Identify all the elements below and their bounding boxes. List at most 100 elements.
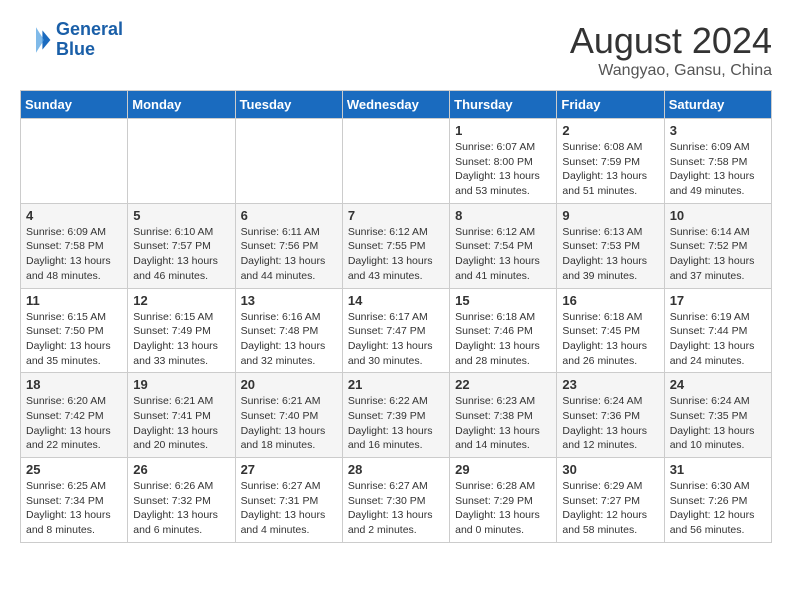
column-header-sunday: Sunday: [21, 91, 128, 119]
day-cell: 10 Sunrise: 6:14 AM Sunset: 7:52 PM Dayli…: [664, 203, 771, 288]
day-number: 4: [26, 208, 122, 223]
day-number: 22: [455, 377, 551, 392]
day-info: Sunrise: 6:11 AM Sunset: 7:56 PM Dayligh…: [241, 225, 337, 284]
day-info: Sunrise: 6:18 AM Sunset: 7:45 PM Dayligh…: [562, 310, 658, 369]
day-info: Sunrise: 6:09 AM Sunset: 7:58 PM Dayligh…: [670, 140, 766, 199]
column-header-saturday: Saturday: [664, 91, 771, 119]
day-number: 31: [670, 462, 766, 477]
day-number: 6: [241, 208, 337, 223]
day-cell: 25 Sunrise: 6:25 AM Sunset: 7:34 PM Dayli…: [21, 458, 128, 543]
day-info: Sunrise: 6:26 AM Sunset: 7:32 PM Dayligh…: [133, 479, 229, 538]
day-number: 25: [26, 462, 122, 477]
day-cell: 13Sunrise: 6:16 AM Sunset: 7:48 PM Dayli…: [235, 288, 342, 373]
day-cell: 1Sunrise: 6:07 AM Sunset: 8:00 PM Daylig…: [450, 119, 557, 204]
logo-icon: [20, 24, 52, 56]
day-number: 7: [348, 208, 444, 223]
week-row-2: 4 Sunrise: 6:09 AM Sunset: 7:58 PM Daylig…: [21, 203, 772, 288]
day-number: 11: [26, 293, 122, 308]
day-cell: 24Sunrise: 6:24 AM Sunset: 7:35 PM Dayli…: [664, 373, 771, 458]
day-cell: 23 Sunrise: 6:24 AM Sunset: 7:36 PM Dayli…: [557, 373, 664, 458]
day-info: Sunrise: 6:15 AM Sunset: 7:50 PM Dayligh…: [26, 310, 122, 369]
day-cell: 8 Sunrise: 6:12 AM Sunset: 7:54 PM Daylig…: [450, 203, 557, 288]
day-cell: 7 Sunrise: 6:12 AM Sunset: 7:55 PM Daylig…: [342, 203, 449, 288]
day-cell: [342, 119, 449, 204]
day-number: 2: [562, 123, 658, 138]
day-number: 30: [562, 462, 658, 477]
day-cell: 29 Sunrise: 6:28 AM Sunset: 7:29 PM Dayli…: [450, 458, 557, 543]
day-cell: 18Sunrise: 6:20 AM Sunset: 7:42 PM Dayli…: [21, 373, 128, 458]
day-info: Sunrise: 6:28 AM Sunset: 7:29 PM Dayligh…: [455, 479, 551, 538]
week-row-5: 25 Sunrise: 6:25 AM Sunset: 7:34 PM Dayli…: [21, 458, 772, 543]
day-cell: 21Sunrise: 6:22 AM Sunset: 7:39 PM Dayli…: [342, 373, 449, 458]
calendar-title: August 2024: [570, 20, 772, 62]
day-cell: 5 Sunrise: 6:10 AM Sunset: 7:57 PM Daylig…: [128, 203, 235, 288]
header-row: SundayMondayTuesdayWednesdayThursdayFrid…: [21, 91, 772, 119]
title-block: August 2024 Wangyao, Gansu, China: [570, 20, 772, 80]
day-info: Sunrise: 6:27 AM Sunset: 7:30 PM Dayligh…: [348, 479, 444, 538]
day-info: Sunrise: 6:19 AM Sunset: 7:44 PM Dayligh…: [670, 310, 766, 369]
day-number: 10: [670, 208, 766, 223]
column-header-monday: Monday: [128, 91, 235, 119]
day-info: Sunrise: 6:18 AM Sunset: 7:46 PM Dayligh…: [455, 310, 551, 369]
day-info: Sunrise: 6:15 AM Sunset: 7:49 PM Dayligh…: [133, 310, 229, 369]
day-cell: 16 Sunrise: 6:18 AM Sunset: 7:45 PM Dayli…: [557, 288, 664, 373]
day-info: Sunrise: 6:25 AM Sunset: 7:34 PM Dayligh…: [26, 479, 122, 538]
day-cell: 4 Sunrise: 6:09 AM Sunset: 7:58 PM Daylig…: [21, 203, 128, 288]
day-info: Sunrise: 6:16 AM Sunset: 7:48 PM Dayligh…: [241, 310, 337, 369]
day-info: Sunrise: 6:17 AM Sunset: 7:47 PM Dayligh…: [348, 310, 444, 369]
day-info: Sunrise: 6:22 AM Sunset: 7:39 PM Dayligh…: [348, 394, 444, 453]
day-cell: 26 Sunrise: 6:26 AM Sunset: 7:32 PM Dayli…: [128, 458, 235, 543]
column-header-thursday: Thursday: [450, 91, 557, 119]
day-cell: 14 Sunrise: 6:17 AM Sunset: 7:47 PM Dayli…: [342, 288, 449, 373]
day-cell: 15Sunrise: 6:18 AM Sunset: 7:46 PM Dayli…: [450, 288, 557, 373]
page-header: General Blue August 2024 Wangyao, Gansu,…: [20, 20, 772, 80]
day-number: 29: [455, 462, 551, 477]
day-info: Sunrise: 6:21 AM Sunset: 7:40 PM Dayligh…: [241, 394, 337, 453]
day-info: Sunrise: 6:24 AM Sunset: 7:36 PM Dayligh…: [562, 394, 658, 453]
logo: General Blue: [20, 20, 123, 60]
day-number: 23: [562, 377, 658, 392]
day-cell: 11 Sunrise: 6:15 AM Sunset: 7:50 PM Dayli…: [21, 288, 128, 373]
logo-text: General Blue: [56, 20, 123, 60]
day-info: Sunrise: 6:20 AM Sunset: 7:42 PM Dayligh…: [26, 394, 122, 453]
day-number: 17: [670, 293, 766, 308]
day-cell: 30 Sunrise: 6:29 AM Sunset: 7:27 PM Dayli…: [557, 458, 664, 543]
day-cell: 27 Sunrise: 6:27 AM Sunset: 7:31 PM Dayli…: [235, 458, 342, 543]
day-info: Sunrise: 6:30 AM Sunset: 7:26 PM Dayligh…: [670, 479, 766, 538]
day-number: 5: [133, 208, 229, 223]
day-info: Sunrise: 6:12 AM Sunset: 7:54 PM Dayligh…: [455, 225, 551, 284]
week-row-1: 1Sunrise: 6:07 AM Sunset: 8:00 PM Daylig…: [21, 119, 772, 204]
day-number: 14: [348, 293, 444, 308]
day-info: Sunrise: 6:09 AM Sunset: 7:58 PM Dayligh…: [26, 225, 122, 284]
day-cell: 2 Sunrise: 6:08 AM Sunset: 7:59 PM Daylig…: [557, 119, 664, 204]
day-info: Sunrise: 6:14 AM Sunset: 7:52 PM Dayligh…: [670, 225, 766, 284]
day-number: 9: [562, 208, 658, 223]
day-cell: 22 Sunrise: 6:23 AM Sunset: 7:38 PM Dayli…: [450, 373, 557, 458]
day-cell: 19Sunrise: 6:21 AM Sunset: 7:41 PM Dayli…: [128, 373, 235, 458]
day-info: Sunrise: 6:12 AM Sunset: 7:55 PM Dayligh…: [348, 225, 444, 284]
day-cell: [21, 119, 128, 204]
day-cell: [235, 119, 342, 204]
day-number: 8: [455, 208, 551, 223]
day-number: 3: [670, 123, 766, 138]
day-cell: 17 Sunrise: 6:19 AM Sunset: 7:44 PM Dayli…: [664, 288, 771, 373]
day-cell: 12 Sunrise: 6:15 AM Sunset: 7:49 PM Dayli…: [128, 288, 235, 373]
day-info: Sunrise: 6:29 AM Sunset: 7:27 PM Dayligh…: [562, 479, 658, 538]
day-number: 16: [562, 293, 658, 308]
column-header-wednesday: Wednesday: [342, 91, 449, 119]
day-number: 28: [348, 462, 444, 477]
day-number: 26: [133, 462, 229, 477]
day-cell: 31 Sunrise: 6:30 AM Sunset: 7:26 PM Dayli…: [664, 458, 771, 543]
day-cell: 3 Sunrise: 6:09 AM Sunset: 7:58 PM Daylig…: [664, 119, 771, 204]
day-number: 20: [241, 377, 337, 392]
column-header-friday: Friday: [557, 91, 664, 119]
day-info: Sunrise: 6:24 AM Sunset: 7:35 PM Dayligh…: [670, 394, 766, 453]
day-number: 27: [241, 462, 337, 477]
column-header-tuesday: Tuesday: [235, 91, 342, 119]
day-info: Sunrise: 6:08 AM Sunset: 7:59 PM Dayligh…: [562, 140, 658, 199]
week-row-3: 11 Sunrise: 6:15 AM Sunset: 7:50 PM Dayli…: [21, 288, 772, 373]
day-info: Sunrise: 6:23 AM Sunset: 7:38 PM Dayligh…: [455, 394, 551, 453]
day-number: 12: [133, 293, 229, 308]
day-info: Sunrise: 6:27 AM Sunset: 7:31 PM Dayligh…: [241, 479, 337, 538]
day-info: Sunrise: 6:10 AM Sunset: 7:57 PM Dayligh…: [133, 225, 229, 284]
